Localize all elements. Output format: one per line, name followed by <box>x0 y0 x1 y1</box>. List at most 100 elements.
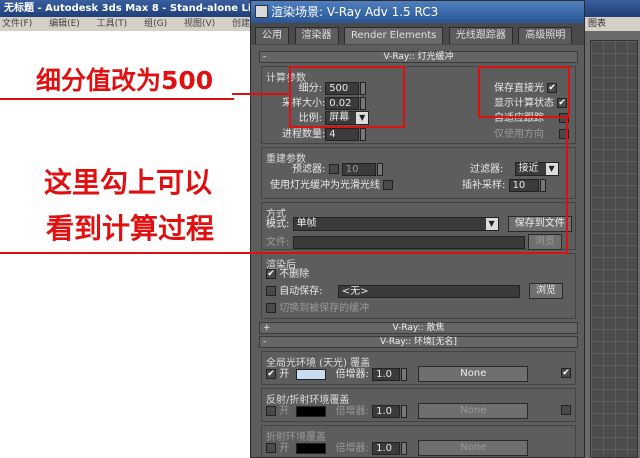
gi-mult-spinner[interactable] <box>401 367 408 381</box>
chevron-down-icon: ▼ <box>485 218 498 230</box>
use-dirs-label: 仅使用方向 <box>494 129 544 140</box>
after-group-title: 渲染后 <box>266 260 296 271</box>
check-annotation-line1: 这里勾上可以 <box>44 166 213 199</box>
app-icon <box>255 5 268 18</box>
auto-save-path[interactable]: <无> <box>337 284 520 298</box>
gi-map-button[interactable]: None <box>418 366 529 382</box>
gi-map-checkbox[interactable]: ✔ <box>561 368 571 378</box>
mode-row: 模式: 单帧 ▼ 保存到文件 <box>266 216 572 232</box>
interp-label: 插补采样: <box>462 180 506 191</box>
passes-label: 进程数量: <box>282 129 326 140</box>
menu-group[interactable]: 组(G) <box>144 19 167 29</box>
gi-env-row: ✔ 开 倍增器: 1.0 None ✔ <box>266 366 571 382</box>
subdiv-annotation: 细分值改为500 <box>36 66 214 95</box>
max-menu-bar[interactable]: 文件(F) 编辑(E) 工具(T) 组(G) 视图(V) 创建(C) <box>0 17 255 31</box>
refr-map-button[interactable]: None <box>418 440 529 456</box>
expand-icon: + <box>263 323 271 333</box>
prefilter-row: 预滤器: 10 <box>292 162 383 177</box>
browse-autosave-button[interactable]: 浏览 <box>528 283 563 299</box>
interp-row: 插补采样: 10 <box>462 178 546 193</box>
rollout-environment[interactable]: - V-Ray:: 环境[无名] <box>259 336 578 348</box>
refl-mult-input[interactable]: 1.0 <box>372 404 401 418</box>
refl-env-row: 开 倍增器: 1.0 None <box>266 403 571 419</box>
refr-env-on-checkbox[interactable] <box>266 443 276 453</box>
refr-env-row: 开 倍增器: 1.0 None <box>266 440 571 456</box>
tab-render-elements[interactable]: Render Elements <box>344 27 444 44</box>
refl-mult-spinner[interactable] <box>401 404 408 418</box>
subdivs-highlight-box <box>289 66 405 128</box>
menu-views[interactable]: 视图(V) <box>184 19 215 29</box>
dialog-title: 渲染场景: V-Ray Adv 1.5 RC3 <box>271 5 439 19</box>
menu-tools[interactable]: 工具(T) <box>97 19 128 29</box>
save-to-file-button[interactable]: 保存到文件 <box>507 216 572 232</box>
gi-env-on-checkbox[interactable]: ✔ <box>266 369 276 379</box>
refl-env-on-checkbox[interactable] <box>266 406 276 416</box>
dont-delete-row: ✔ 不删除 <box>266 267 309 282</box>
file-path-input[interactable] <box>292 235 525 249</box>
gi-env-on-label: 开 <box>279 369 290 380</box>
passes-input[interactable]: 4 <box>325 127 360 141</box>
mode-label: 模式: <box>266 219 290 230</box>
subdivs-pointer-line <box>232 93 289 95</box>
gi-mult-input[interactable]: 1.0 <box>372 367 401 381</box>
max-right-menu[interactable]: 图表 <box>585 17 640 31</box>
refl-map-checkbox[interactable] <box>561 405 571 415</box>
auto-save-checkbox[interactable] <box>266 286 276 296</box>
use-glossy-row: 使用灯光缓冲为光滑光线 <box>270 178 394 193</box>
menu-edit[interactable]: 编辑(E) <box>49 19 80 29</box>
interp-input[interactable]: 10 <box>508 178 539 192</box>
menu-file[interactable]: 文件(F) <box>2 19 32 29</box>
rollout-caustics[interactable]: + V-Ray:: 散焦 <box>259 322 578 334</box>
passes-spinner[interactable] <box>360 127 367 141</box>
mode-select[interactable]: 单帧 ▼ <box>292 217 499 231</box>
prefilter-spinner[interactable] <box>376 162 383 176</box>
refl-map-button[interactable]: None <box>418 403 529 419</box>
refl-mult-label: 倍增器: <box>335 406 369 417</box>
file-row: 文件: 浏览 <box>266 234 562 250</box>
viewport-grid[interactable] <box>590 40 638 458</box>
recon-params-group: 重建参数 预滤器: 10 过滤器: 接近 ▼ 使用灯光缓冲为光滑光线 插补采样: … <box>261 147 576 199</box>
switch-buffer-checkbox[interactable] <box>266 303 276 313</box>
dialog-title-bar[interactable]: 渲染场景: V-Ray Adv 1.5 RC3 <box>251 1 584 23</box>
use-glossy-checkbox[interactable] <box>383 180 394 190</box>
passes-row: 进程数量: 4 <box>282 127 367 142</box>
dont-delete-checkbox[interactable]: ✔ <box>266 269 276 279</box>
dont-delete-label: 不删除 <box>279 269 310 280</box>
tab-common[interactable]: 公用 <box>255 27 289 44</box>
auto-save-row: 自动保存: <无> 浏览 <box>266 283 563 299</box>
auto-save-label: 自动保存: <box>279 286 323 297</box>
switch-buffer-row: 切换到被保存的缓冲 <box>266 301 369 316</box>
refr-env-group: 折射环境覆盖 开 倍增器: 1.0 None <box>261 425 576 457</box>
filter-row: 过滤器: 接近 ▼ <box>470 162 559 177</box>
tab-advanced-lighting[interactable]: 高级照明 <box>518 27 573 44</box>
interp-spinner[interactable] <box>539 178 546 192</box>
check-annotation-line2: 看到计算过程 <box>46 212 215 245</box>
prefilter-input[interactable]: 10 <box>341 162 376 176</box>
filter-select[interactable]: 接近 ▼ <box>514 162 559 176</box>
gi-env-color-swatch[interactable] <box>296 368 327 380</box>
prefilter-label: 预滤器: <box>292 164 326 175</box>
refr-mult-spinner[interactable] <box>401 441 408 455</box>
tab-raytracer[interactable]: 光线跟踪器 <box>448 27 513 44</box>
browse-file-button[interactable]: 浏览 <box>527 234 562 250</box>
use-glossy-label: 使用灯光缓冲为光滑光线 <box>270 180 380 191</box>
rollout-light-cache[interactable]: - V-Ray:: 灯光缓冲 <box>259 51 578 63</box>
after-render-group: 渲染后 ✔ 不删除 自动保存: <无> 浏览 切换到被保存的缓冲 <box>261 253 576 319</box>
collapse-icon: - <box>263 337 267 347</box>
show-calc-pointer-line <box>0 252 568 254</box>
gi-env-group: 全局光环境 (天光) 覆盖 ✔ 开 倍增器: 1.0 None ✔ <box>261 351 576 385</box>
refl-env-color-swatch[interactable] <box>296 405 327 417</box>
collapse-icon: - <box>263 52 267 62</box>
use-dirs-row: 仅使用方向 <box>494 127 570 142</box>
filter-label: 过滤器: <box>470 164 504 175</box>
show-calc-highlight-box <box>478 66 570 118</box>
prefilter-checkbox[interactable] <box>328 164 339 174</box>
refr-mult-input[interactable]: 1.0 <box>372 441 401 455</box>
refr-mult-label: 倍增器: <box>335 443 369 454</box>
tab-renderer[interactable]: 渲染器 <box>294 27 339 44</box>
refr-env-color-swatch[interactable] <box>296 442 327 454</box>
refl-env-group: 反射/折射环境覆盖 开 倍增器: 1.0 None <box>261 388 576 422</box>
switch-buffer-label: 切换到被保存的缓冲 <box>279 303 370 314</box>
refr-env-on-label: 开 <box>279 443 290 454</box>
chevron-down-icon: ▼ <box>545 163 558 175</box>
